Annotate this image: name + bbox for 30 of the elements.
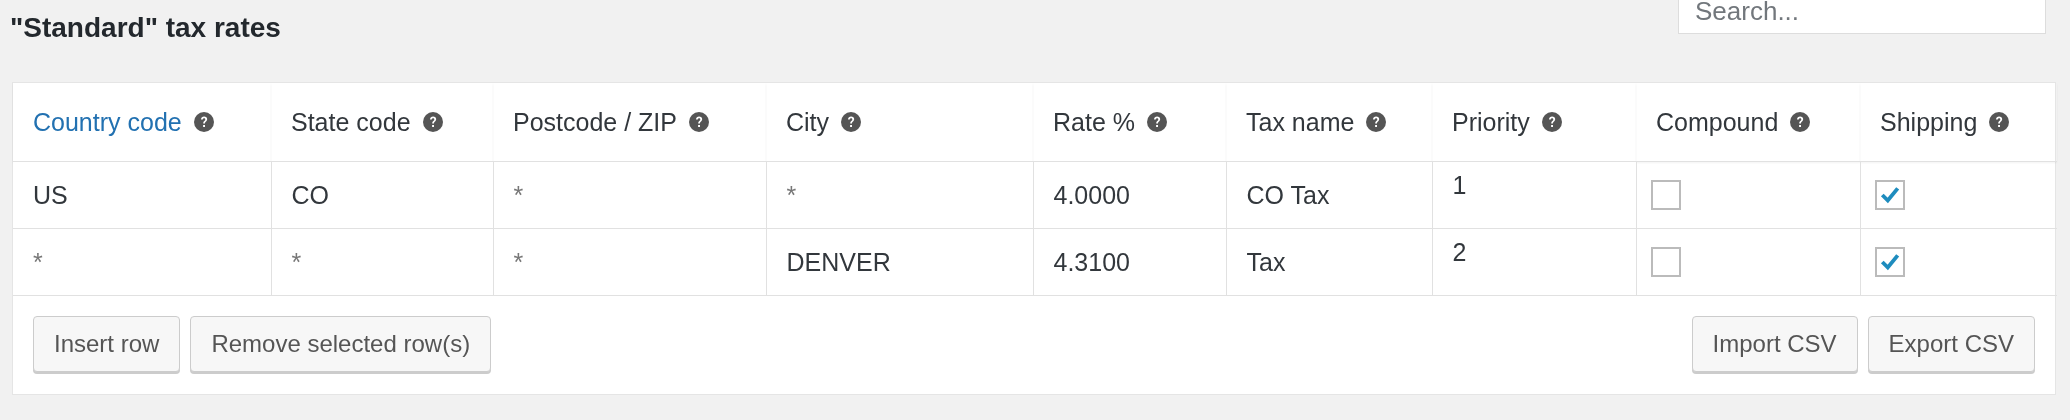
column-header: Shipping — [1880, 107, 1978, 137]
help-icon[interactable] — [1147, 112, 1167, 132]
column-header: Postcode / ZIP — [513, 107, 677, 137]
action-button[interactable]: Remove selected row(s) — [190, 316, 492, 372]
section-title: "Standard" tax rates — [10, 12, 281, 44]
checkbox[interactable] — [1650, 247, 1681, 277]
checkmark-icon — [1878, 184, 1901, 206]
checkbox[interactable] — [1874, 247, 1905, 277]
search-field[interactable]: Search... — [1678, 0, 2046, 34]
help-icon[interactable] — [1989, 112, 2010, 132]
column-header: City — [786, 107, 830, 137]
help-icon[interactable] — [193, 112, 214, 132]
help-icon[interactable] — [1366, 112, 1387, 132]
help-icon[interactable] — [688, 112, 709, 132]
action-button[interactable]: Export CSV — [1867, 316, 2035, 372]
checkbox[interactable] — [1650, 180, 1681, 210]
column-header: Priority — [1452, 107, 1530, 137]
column-header: Rate % — [1053, 107, 1135, 137]
help-icon[interactable] — [1790, 112, 1811, 132]
column-header: State code — [291, 107, 411, 137]
column-header: Tax name — [1246, 107, 1355, 137]
action-button[interactable]: Insert row — [33, 316, 181, 372]
checkmark-icon — [1878, 251, 1901, 273]
column-header: Compound — [1656, 107, 1779, 137]
sort-link[interactable]: Country code — [33, 107, 182, 137]
help-icon[interactable] — [841, 112, 862, 132]
help-icon[interactable] — [1541, 112, 1562, 132]
checkbox[interactable] — [1874, 180, 1905, 210]
help-icon[interactable] — [422, 112, 443, 132]
action-button[interactable]: Import CSV — [1691, 316, 1858, 372]
